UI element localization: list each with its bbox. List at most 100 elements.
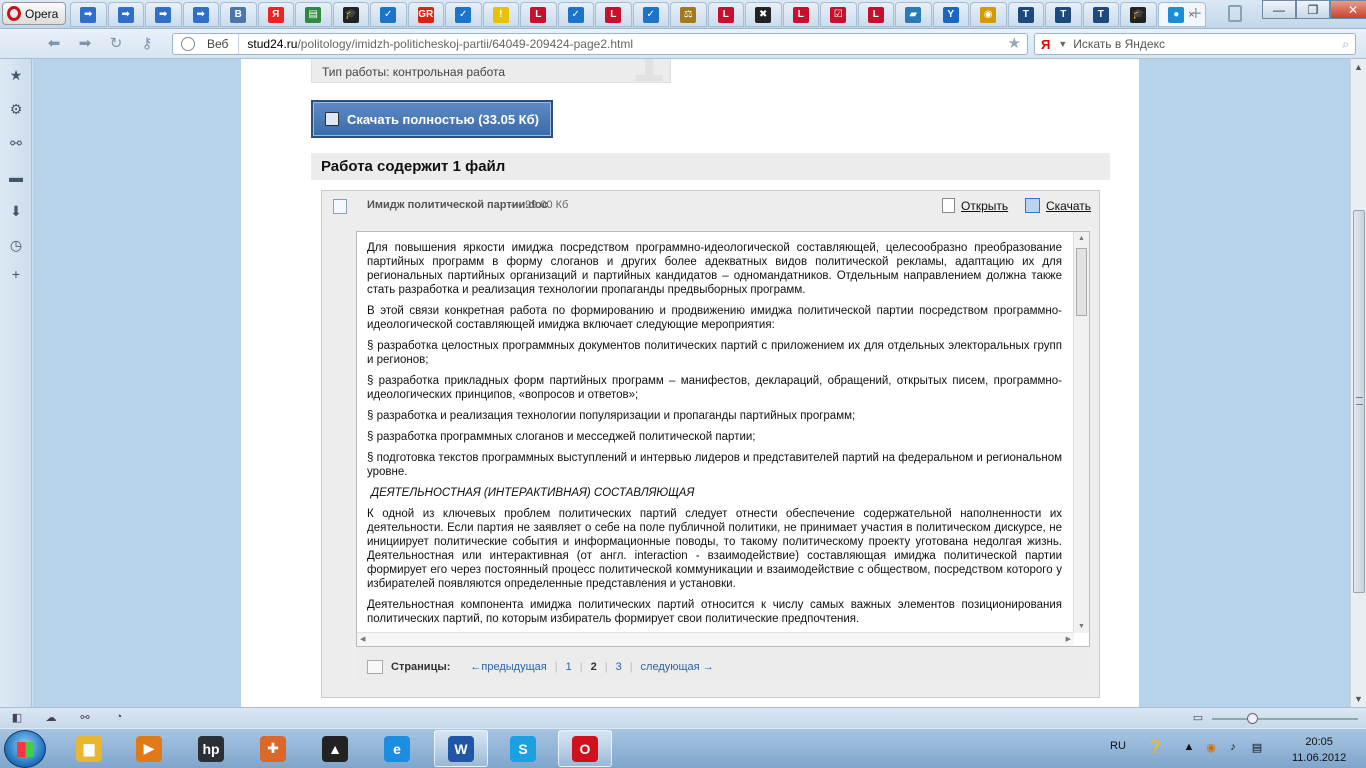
- system-tray: RU ? ▲ ◉ ♪ ▤ 20:05 11.06.2012: [1100, 729, 1366, 768]
- tab-bar: Opera ➡ ➡ ➡ ➡ В Я ▤ 🎓 ✓ GR ✓! L ✓ L ✓ ⚖ L ✖ L ☑ L ▰ Y ◉ T T T 🎓 ● × +…: [0, 0, 1366, 29]
- page-scroll-thumb[interactable]: [1353, 210, 1365, 593]
- browser-tab[interactable]: L: [782, 2, 819, 27]
- browser-tab[interactable]: T: [1007, 2, 1044, 27]
- close-window-button[interactable]: ✕: [1330, 0, 1366, 19]
- chevron-down-icon[interactable]: ▼: [1058, 39, 1067, 49]
- browser-tab[interactable]: Я: [257, 2, 294, 27]
- page-link-3[interactable]: 3: [616, 661, 622, 673]
- scroll-up-icon[interactable]: ▲: [1078, 235, 1085, 242]
- new-tab-button[interactable]: +: [1190, 4, 1202, 24]
- key-icon[interactable]: ⚷: [137, 34, 157, 54]
- cloud-icon[interactable]: ☁: [44, 711, 58, 725]
- clock[interactable]: 20:05 11.06.2012: [1292, 734, 1346, 766]
- browser-tab[interactable]: Y: [932, 2, 969, 27]
- taskbar-app-word[interactable]: W: [434, 730, 488, 767]
- taskbar-app-opera[interactable]: O: [558, 730, 612, 767]
- browser-tab[interactable]: ✓: [370, 2, 407, 27]
- browser-tab[interactable]: ▰: [895, 2, 932, 27]
- browser-tab[interactable]: ➡: [107, 2, 144, 27]
- page-scrollbar[interactable]: ▲ ▼: [1350, 59, 1366, 707]
- browser-tab[interactable]: ✖: [745, 2, 782, 27]
- document-preview[interactable]: Для повышения яркости имиджа посредством…: [356, 231, 1090, 647]
- search-icon[interactable]: ⌕: [1342, 37, 1349, 52]
- browser-tab[interactable]: ✓: [445, 2, 482, 27]
- speaker-icon[interactable]: ♪: [1226, 741, 1240, 755]
- downloads-icon[interactable]: ⬇: [8, 203, 24, 219]
- unite-icon[interactable]: ⚯: [8, 135, 24, 151]
- maximize-button[interactable]: ❐: [1296, 0, 1330, 19]
- taskbar-app-media-player[interactable]: ▶: [122, 730, 176, 767]
- back-button[interactable]: ⬅: [44, 34, 64, 54]
- l-icon: L: [530, 6, 547, 23]
- language-indicator[interactable]: RU: [1110, 740, 1126, 752]
- unite-icon[interactable]: ⚯: [78, 711, 92, 725]
- browser-tab[interactable]: 🎓: [332, 2, 369, 27]
- browser-tab[interactable]: L: [520, 2, 557, 27]
- browser-tab[interactable]: ◉: [970, 2, 1007, 27]
- speed-dial-icon[interactable]: ◔: [112, 711, 126, 725]
- scroll-down-icon[interactable]: ▼: [1354, 694, 1363, 704]
- scroll-up-icon[interactable]: ▲: [1354, 62, 1363, 72]
- open-file-link[interactable]: Открыть: [942, 198, 1008, 213]
- bookmarks-icon[interactable]: ★: [8, 67, 24, 83]
- next-page-link[interactable]: следующая →: [641, 661, 714, 673]
- browser-tab[interactable]: ✓: [557, 2, 594, 27]
- scroll-left-icon[interactable]: ◀: [360, 635, 365, 643]
- browser-tab[interactable]: ➡: [182, 2, 219, 27]
- browser-tab[interactable]: ☑: [820, 2, 857, 27]
- help-icon[interactable]: ?: [1148, 737, 1162, 757]
- browser-tab[interactable]: T: [1045, 2, 1082, 27]
- scroll-right-icon[interactable]: ▶: [1066, 635, 1071, 643]
- start-button[interactable]: [4, 730, 46, 768]
- history-icon[interactable]: ◷: [8, 237, 24, 253]
- browser-tab[interactable]: !: [482, 2, 519, 27]
- download-file-link[interactable]: Скачать: [1025, 198, 1091, 213]
- file-size: — 99.00 Кб: [511, 199, 569, 211]
- tray-app-icon[interactable]: ◉: [1204, 741, 1218, 755]
- taskbar-app-hp[interactable]: hp: [184, 730, 238, 767]
- chevron-up-icon[interactable]: ▲: [1182, 741, 1196, 755]
- address-field[interactable]: Веб stud24.ru/politology/imidzh-politich…: [172, 33, 1028, 55]
- search-field[interactable]: Я ▼ Искать в Яндекс ⌕: [1034, 33, 1356, 55]
- taskbar-app-ie[interactable]: e: [370, 730, 424, 767]
- taskbar-app-explorer[interactable]: ▆: [62, 730, 116, 767]
- scroll-thumb[interactable]: [1076, 248, 1087, 316]
- opera-menu-button[interactable]: Opera: [2, 2, 66, 25]
- panel-toggle-icon[interactable]: ◧: [10, 711, 24, 725]
- network-icon[interactable]: ▤: [1250, 741, 1264, 755]
- notes-icon[interactable]: ▬: [8, 169, 24, 185]
- browser-tab[interactable]: GR: [407, 2, 444, 27]
- browser-tab[interactable]: В: [220, 2, 257, 27]
- taskbar-app-aimp[interactable]: ▲: [308, 730, 362, 767]
- browser-tab[interactable]: ▤: [295, 2, 332, 27]
- l-icon: L: [605, 6, 622, 23]
- browser-tab[interactable]: T: [1082, 2, 1119, 27]
- zoom-slider[interactable]: [1212, 718, 1358, 720]
- taskbar-app-paint[interactable]: ✚: [246, 730, 300, 767]
- reload-icon[interactable]: ↻: [106, 34, 126, 54]
- minimize-button[interactable]: —: [1262, 0, 1296, 19]
- view-mode-icon[interactable]: ▭: [1191, 711, 1205, 725]
- browser-tab[interactable]: ⚖: [670, 2, 707, 27]
- scroll-down-icon[interactable]: ▼: [1078, 623, 1085, 630]
- taskbar-app-skype[interactable]: S: [496, 730, 550, 767]
- browser-tab[interactable]: L: [857, 2, 894, 27]
- add-panel-icon[interactable]: +: [8, 266, 24, 282]
- preview-vertical-scrollbar[interactable]: ▲ ▼: [1073, 232, 1089, 633]
- browser-tab[interactable]: ➡: [70, 2, 107, 27]
- browser-tab[interactable]: L: [595, 2, 632, 27]
- download-file-label: Скачать: [1046, 199, 1091, 213]
- browser-tab[interactable]: ✓: [632, 2, 669, 27]
- bookmark-star-icon[interactable]: ★: [1008, 34, 1021, 54]
- download-full-button[interactable]: Скачать полностью (33.05 Кб): [311, 100, 553, 138]
- trash-icon[interactable]: [1228, 5, 1242, 22]
- gear-icon[interactable]: ⚙: [8, 101, 24, 117]
- browser-tab[interactable]: L: [707, 2, 744, 27]
- prev-page-link[interactable]: ←предыдущая: [470, 661, 546, 673]
- zoom-slider-knob[interactable]: [1247, 713, 1258, 724]
- browser-tab[interactable]: ➡: [145, 2, 182, 27]
- page-link-1[interactable]: 1: [566, 661, 572, 673]
- preview-horizontal-scrollbar[interactable]: ◀ ▶: [357, 632, 1074, 646]
- browser-tab[interactable]: 🎓: [1120, 2, 1157, 27]
- forward-button[interactable]: ➡: [75, 34, 95, 54]
